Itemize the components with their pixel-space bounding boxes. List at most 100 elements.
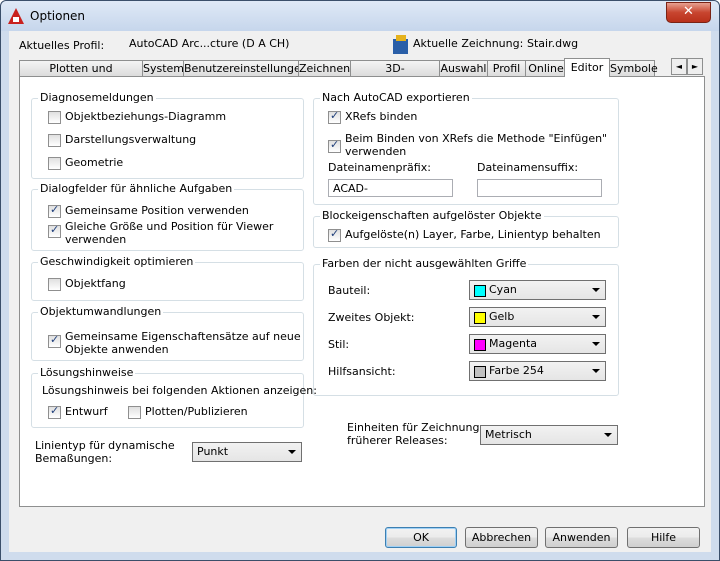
- profile-value: AutoCAD Arc...cture (D A CH): [129, 37, 290, 50]
- apply-button[interactable]: Anwenden: [545, 527, 618, 548]
- color-swatch: [474, 366, 486, 378]
- group-geschwindigkeit: Geschwindigkeit optimieren Objektfang: [31, 255, 304, 301]
- editor-tab-panel: Diagnosemeldungen Objektbeziehungs-Diagr…: [19, 76, 705, 507]
- group-title: Blockeigenschaften aufgelöster Objekte: [320, 209, 544, 222]
- suffix-input[interactable]: [477, 179, 602, 197]
- tab-profil[interactable]: Profil: [487, 60, 526, 76]
- ok-button[interactable]: OK: [385, 527, 457, 548]
- drawing-label: Aktuelle Zeichnung:: [413, 37, 524, 50]
- prefix-label: Dateinamenpräfix:: [328, 161, 431, 174]
- autocad-logo-icon: [8, 8, 24, 24]
- loesung-subtitle: Lösungshinweis bei folgenden Aktionen an…: [42, 384, 317, 397]
- farbe-label-hilfsansicht: Hilfsansicht:: [328, 365, 396, 378]
- group-title: Nach AutoCAD exportieren: [320, 91, 472, 104]
- checkbox-geometrie[interactable]: [48, 157, 61, 170]
- tab-scroll-right-icon[interactable]: ►: [687, 58, 703, 75]
- chevron-down-icon: [592, 288, 600, 292]
- group-title: Objektumwandlungen: [38, 305, 164, 318]
- farbe-dropdown-stil[interactable]: Magenta: [469, 334, 606, 354]
- checkbox-label-line2: verwenden: [65, 233, 127, 246]
- window-title: Optionen: [30, 9, 86, 23]
- linientyp-label-line2: Bemaßungen:: [35, 452, 113, 465]
- group-loesungshinweise: Lösungshinweise Lösungshinweis bei folge…: [31, 366, 317, 428]
- tab-benutzereinstellungen[interactable]: Benutzereinstellungen: [183, 60, 308, 76]
- group-title: Diagnosemeldungen: [38, 91, 156, 104]
- dropdown-value: Cyan: [489, 283, 517, 296]
- checkbox-xrefs-binden[interactable]: [328, 109, 341, 124]
- checkbox-label: Objektbeziehungs-Diagramm: [65, 110, 227, 123]
- prefix-input[interactable]: ACAD-: [328, 179, 453, 197]
- profile-label: Aktuelles Profil:: [19, 39, 105, 52]
- dialog-client-area: Aktuelles Profil: AutoCAD Arc...cture (D…: [9, 31, 711, 552]
- help-button[interactable]: Hilfe: [627, 527, 700, 548]
- color-swatch: [474, 339, 486, 351]
- suffix-label: Dateinamensuffix:: [477, 161, 579, 174]
- linientyp-label: Linientyp für dynamische: [35, 439, 175, 452]
- color-swatch: [474, 312, 486, 324]
- chevron-down-icon: [604, 433, 612, 437]
- tab-editor[interactable]: Editor: [564, 58, 610, 77]
- group-title: Lösungshinweise: [38, 366, 136, 379]
- group-block: Blockeigenschaften aufgelöster Objekte A…: [313, 209, 619, 248]
- linientyp-dropdown[interactable]: Punkt: [192, 442, 302, 462]
- checkbox-objektfang[interactable]: [48, 278, 61, 291]
- close-button[interactable]: ✕: [666, 2, 711, 23]
- checkbox-label: Aufgelöste(n) Layer, Farbe, Linientyp be…: [345, 228, 601, 241]
- chevron-down-icon: [592, 315, 600, 319]
- farbe-dropdown-hilfsansicht[interactable]: Farbe 254: [469, 361, 606, 381]
- checkbox-label: Gleiche Größe und Position für Viewer: [65, 220, 274, 233]
- chevron-down-icon: [288, 450, 296, 454]
- group-export: Nach AutoCAD exportieren XRefs binden Be…: [313, 91, 619, 205]
- drawing-icon: [393, 35, 408, 54]
- farbe-label-stil: Stil:: [328, 338, 350, 351]
- cancel-button[interactable]: Abbrechen: [465, 527, 538, 548]
- checkbox-plotten-publizieren[interactable]: [128, 406, 141, 419]
- chevron-down-icon: [592, 342, 600, 346]
- checkbox-methode-einfuegen[interactable]: [328, 138, 341, 153]
- options-dialog: Optionen ✕ Aktuelles Profil: AutoCAD Arc…: [0, 0, 720, 561]
- group-diagnose: Diagnosemeldungen Objektbeziehungs-Diagr…: [31, 91, 304, 179]
- farbe-dropdown-bauteil[interactable]: Cyan: [469, 280, 606, 300]
- checkbox-label: Objektfang: [65, 277, 126, 290]
- tab-symbole[interactable]: Symbole: [609, 60, 658, 76]
- tab-plotten[interactable]: Plotten und Publizieren: [19, 60, 143, 90]
- drawing-value: Stair.dwg: [527, 37, 579, 50]
- farbe-label-zweites-objekt: Zweites Objekt:: [328, 311, 415, 324]
- color-swatch: [474, 285, 486, 297]
- checkbox-gleiche-groesse[interactable]: [48, 223, 61, 238]
- group-title: Dialogfelder für ähnliche Aufgaben: [38, 182, 235, 195]
- tab-online[interactable]: Online: [525, 60, 567, 76]
- farbe-dropdown-zweites-objekt[interactable]: Gelb: [469, 307, 606, 327]
- dropdown-value: Punkt: [197, 445, 229, 458]
- group-title: Farben der nicht ausgewählten Griffe: [320, 257, 529, 270]
- checkbox-gemeinsame-position[interactable]: [48, 203, 61, 218]
- group-dialogfelder: Dialogfelder für ähnliche Aufgaben Gemei…: [31, 182, 304, 251]
- checkbox-label: Entwurf: [65, 405, 108, 418]
- group-title: Geschwindigkeit optimieren: [38, 255, 196, 268]
- title-bar[interactable]: Optionen ✕: [1, 1, 719, 31]
- group-objektumwandlungen: Objektumwandlungen Gemeinsame Eigenschaf…: [31, 305, 304, 361]
- checkbox-label: Geometrie: [65, 156, 124, 169]
- chevron-down-icon: [592, 369, 600, 373]
- tab-zeichnen[interactable]: Zeichnen: [298, 60, 351, 76]
- checkbox-label: XRefs binden: [345, 110, 418, 123]
- tab-system[interactable]: System: [142, 60, 184, 76]
- dropdown-value: Magenta: [489, 337, 538, 350]
- einheiten-label: Einheiten für Zeichnungen: [347, 421, 494, 434]
- checkbox-entwurf[interactable]: [48, 404, 61, 419]
- tab-scroll-left-icon[interactable]: ◄: [671, 58, 687, 75]
- dropdown-value: Farbe 254: [489, 364, 544, 377]
- tab-auswahl[interactable]: Auswahl: [439, 60, 488, 76]
- checkbox-darstellungsverwaltung[interactable]: [48, 134, 61, 147]
- checkbox-label-line2: Objekte anwenden: [65, 343, 169, 356]
- checkbox-layer-behalten[interactable]: [328, 227, 341, 242]
- checkbox-label: Beim Binden von XRefs die Methode "Einfü…: [345, 132, 608, 145]
- checkbox-objektbeziehungs-diagramm[interactable]: [48, 111, 61, 124]
- checkbox-label: Gemeinsame Eigenschaftensätze auf neue: [65, 330, 301, 343]
- checkbox-label: Darstellungsverwaltung: [65, 133, 197, 146]
- dropdown-value: Metrisch: [485, 428, 532, 441]
- checkbox-eigenschaftensaetze[interactable]: [48, 333, 61, 348]
- einheiten-dropdown[interactable]: Metrisch: [480, 425, 618, 445]
- tab-3d-modellierung[interactable]: 3D-Modellierung: [350, 60, 440, 90]
- checkbox-label-line2: verwenden: [345, 145, 407, 158]
